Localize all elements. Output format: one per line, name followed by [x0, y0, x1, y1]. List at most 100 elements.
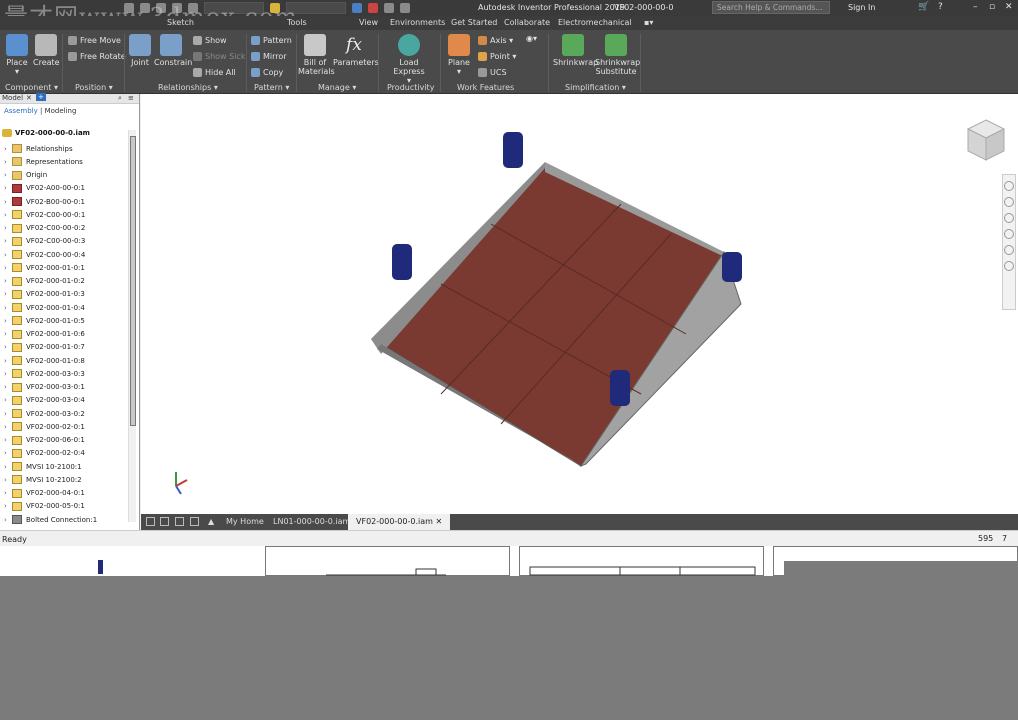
tree-item[interactable]: › VF02-000-01-0:6: [4, 328, 85, 341]
expand-chevron-icon[interactable]: ›: [4, 436, 12, 444]
search-icon[interactable]: ⌕: [118, 94, 122, 103]
tree-item[interactable]: › MVSI 10-2100:1: [4, 460, 82, 473]
copy-button[interactable]: Copy: [251, 68, 283, 77]
expand-chevron-icon[interactable]: ›: [4, 277, 12, 285]
add-panel-icon[interactable]: +: [36, 93, 46, 101]
tree-item[interactable]: › VF02-C00-00-0:1: [4, 208, 85, 221]
panel-relationships[interactable]: Relationships ▾: [158, 83, 218, 92]
tree-item[interactable]: › VF02-000-02-0:4: [4, 447, 85, 460]
pan-icon[interactable]: [1004, 197, 1014, 207]
tree-item[interactable]: › VF02-000-01-0:3: [4, 288, 85, 301]
tree-item[interactable]: › VF02-000-01-0:7: [4, 341, 85, 354]
fx-icon[interactable]: [384, 3, 394, 13]
save-icon[interactable]: [172, 3, 182, 13]
expand-chevron-icon[interactable]: ›: [4, 489, 12, 497]
pattern-button[interactable]: Pattern: [251, 36, 292, 45]
adjust-icon[interactable]: [352, 3, 362, 13]
expand-chevron-icon[interactable]: ›: [4, 145, 12, 153]
tab-view[interactable]: View: [359, 18, 378, 27]
show-sick-button[interactable]: Show Sick: [193, 52, 245, 61]
expand-chevron-icon[interactable]: ›: [4, 184, 12, 192]
shrinkwrap-substitute-button[interactable]: Shrinkwrap Substitute: [595, 34, 640, 76]
work-features-dropdown[interactable]: ◉▾: [526, 34, 537, 43]
mirror-button[interactable]: Mirror: [251, 52, 287, 61]
tree-item[interactable]: › VF02-A00-00-0:1: [4, 182, 85, 195]
show-button[interactable]: Show: [193, 36, 227, 45]
tree-item[interactable]: › VF02-C00-00-0:2: [4, 222, 85, 235]
help-icon[interactable]: ?: [938, 2, 943, 12]
expand-chevron-icon[interactable]: ›: [4, 158, 12, 166]
view-face-icon[interactable]: [1004, 261, 1014, 271]
expand-chevron-icon[interactable]: ›: [4, 237, 12, 245]
expand-chevron-icon[interactable]: ›: [4, 396, 12, 404]
minimize-button[interactable]: –: [973, 2, 978, 12]
panel-simplification[interactable]: Simplification ▾: [565, 83, 626, 92]
point-button[interactable]: Point ▾: [478, 52, 516, 61]
graphics-viewport[interactable]: [141, 94, 1018, 514]
tree-item[interactable]: › VF02-000-01-0:8: [4, 354, 85, 367]
doc-tab-vf02[interactable]: VF02-000-00-0.iam ✕: [348, 514, 451, 530]
panel-component[interactable]: Component ▾: [5, 83, 58, 92]
constrain-button[interactable]: Constrain: [154, 34, 192, 67]
new-icon[interactable]: [140, 3, 150, 13]
tab-electromechanical[interactable]: Electromechanical: [558, 18, 632, 27]
bill-of-materials-button[interactable]: Bill of Materials: [298, 34, 335, 76]
panel-pattern[interactable]: Pattern ▾: [254, 83, 289, 92]
tree-item[interactable]: › VF02-C00-00-0:4: [4, 248, 85, 261]
tree-item[interactable]: › VF02-000-03-0:2: [4, 407, 85, 420]
subtab-modeling[interactable]: Modeling: [45, 107, 77, 115]
appearance-dropdown[interactable]: [286, 2, 346, 14]
tree-item[interactable]: › VF02-000-01-0:5: [4, 314, 85, 327]
tab-get-started[interactable]: Get Started: [451, 18, 497, 27]
expand-chevron-icon[interactable]: ›: [4, 224, 12, 232]
hide-all-button[interactable]: Hide All: [193, 68, 236, 77]
clear-icon[interactable]: [368, 3, 378, 13]
horizontal-tile-icon[interactable]: [175, 517, 184, 526]
home-icon[interactable]: [124, 3, 134, 13]
expand-chevron-icon[interactable]: ›: [4, 264, 12, 272]
expand-chevron-icon[interactable]: ›: [4, 251, 12, 259]
tree-item[interactable]: › VF02-000-03-0:4: [4, 394, 85, 407]
tree-item[interactable]: › VF02-000-02-0:1: [4, 420, 85, 433]
tree-item[interactable]: › VF02-C00-00-0:3: [4, 235, 85, 248]
free-move-button[interactable]: Free Move: [68, 36, 121, 45]
orbit-icon[interactable]: [1004, 229, 1014, 239]
search-input[interactable]: Search Help & Commands...: [712, 1, 830, 14]
tabs-menu-icon[interactable]: ▲: [208, 517, 214, 526]
panel-position[interactable]: Position ▾: [75, 83, 113, 92]
tree-item[interactable]: › Bolted Connection:1: [4, 513, 97, 526]
close-button[interactable]: ✕: [1005, 2, 1013, 12]
steering-wheel-icon[interactable]: [1004, 181, 1014, 191]
expand-chevron-icon[interactable]: ›: [4, 410, 12, 418]
tree-item[interactable]: › VF02-000-04-0:1: [4, 487, 85, 500]
tree-item[interactable]: › VF02-B00-00-0:1: [4, 195, 85, 208]
vertical-tile-icon[interactable]: [190, 517, 199, 526]
tree-item[interactable]: › MVSI 10-2100:2: [4, 473, 82, 486]
expand-chevron-icon[interactable]: ›: [4, 317, 12, 325]
cart-icon[interactable]: 🛒: [918, 2, 929, 12]
plane-button[interactable]: Plane ▾: [446, 34, 472, 76]
load-express-button[interactable]: Load Express ▾: [383, 34, 435, 85]
tree-item[interactable]: › VF02-000-05-0:1: [4, 500, 85, 513]
plus-icon[interactable]: [400, 3, 410, 13]
tree-item[interactable]: › Origin: [4, 169, 47, 182]
expand-chevron-icon[interactable]: ›: [4, 449, 12, 457]
view-cube[interactable]: [966, 118, 1006, 164]
expand-chevron-icon[interactable]: ›: [4, 357, 12, 365]
expand-chevron-icon[interactable]: ›: [4, 211, 12, 219]
scrollbar-thumb[interactable]: [130, 136, 136, 426]
open-icon[interactable]: [156, 3, 166, 13]
expand-chevron-icon[interactable]: ›: [4, 330, 12, 338]
thumbnail-drawing-1[interactable]: [265, 546, 510, 576]
tile-icon[interactable]: [160, 517, 169, 526]
shrinkwrap-button[interactable]: Shrinkwrap: [553, 34, 598, 67]
expand-chevron-icon[interactable]: ›: [4, 171, 12, 179]
restore-button[interactable]: ▫: [989, 2, 995, 12]
thumbnail-model[interactable]: [0, 546, 262, 576]
tree-item[interactable]: › VF02-000-01-0:1: [4, 261, 85, 274]
sign-in-link[interactable]: Sign In: [848, 3, 875, 12]
expand-chevron-icon[interactable]: ›: [4, 290, 12, 298]
expand-chevron-icon[interactable]: ›: [4, 343, 12, 351]
tree-item[interactable]: › VF02-000-03-0:1: [4, 381, 85, 394]
expand-chevron-icon[interactable]: ›: [4, 423, 12, 431]
